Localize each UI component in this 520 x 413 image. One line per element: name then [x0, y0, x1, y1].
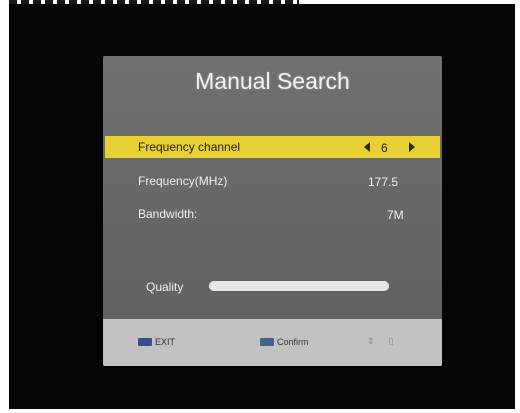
bandwidth-value: 7M — [387, 208, 404, 222]
frequency-mhz-value: 177.5 — [368, 175, 399, 189]
manual-search-dialog: Manual Search Frequency channel 6 Freque… — [103, 56, 442, 366]
dialog-footer: EXIT Confirm ⇕▯ — [103, 319, 442, 366]
frequency-mhz-label: Frequency(MHz) — [138, 174, 228, 188]
confirm-label: Confirm — [277, 337, 309, 347]
frequency-channel-value: 6 — [381, 141, 388, 155]
confirm-hint[interactable]: Confirm — [260, 337, 309, 347]
ok-key-icon — [260, 338, 274, 346]
exit-hint[interactable]: EXIT — [138, 337, 175, 347]
exit-label: EXIT — [155, 337, 176, 347]
left-right-icon: ▯ — [388, 336, 408, 346]
up-down-icon: ⇕ — [367, 336, 389, 346]
right-arrow-icon[interactable] — [409, 142, 415, 152]
quality-bar — [209, 281, 389, 291]
exit-key-icon — [138, 338, 152, 346]
dialog-title: Manual Search — [195, 68, 350, 94]
top-border-decoration — [9, 0, 299, 4]
quality-bar-fill — [209, 281, 389, 291]
bandwidth-label: Bandwidth: — [138, 207, 198, 221]
navigation-icons: ⇕▯ — [367, 336, 408, 347]
quality-label: Quality — [146, 280, 184, 294]
frequency-mhz-row[interactable]: Frequency(MHz) 177.5 — [105, 170, 440, 192]
frequency-channel-row[interactable]: Frequency channel 6 — [105, 136, 440, 158]
bandwidth-row[interactable]: Bandwidth: 7M — [105, 203, 440, 225]
left-arrow-icon[interactable] — [364, 142, 370, 152]
frequency-channel-label: Frequency channel — [138, 140, 241, 154]
